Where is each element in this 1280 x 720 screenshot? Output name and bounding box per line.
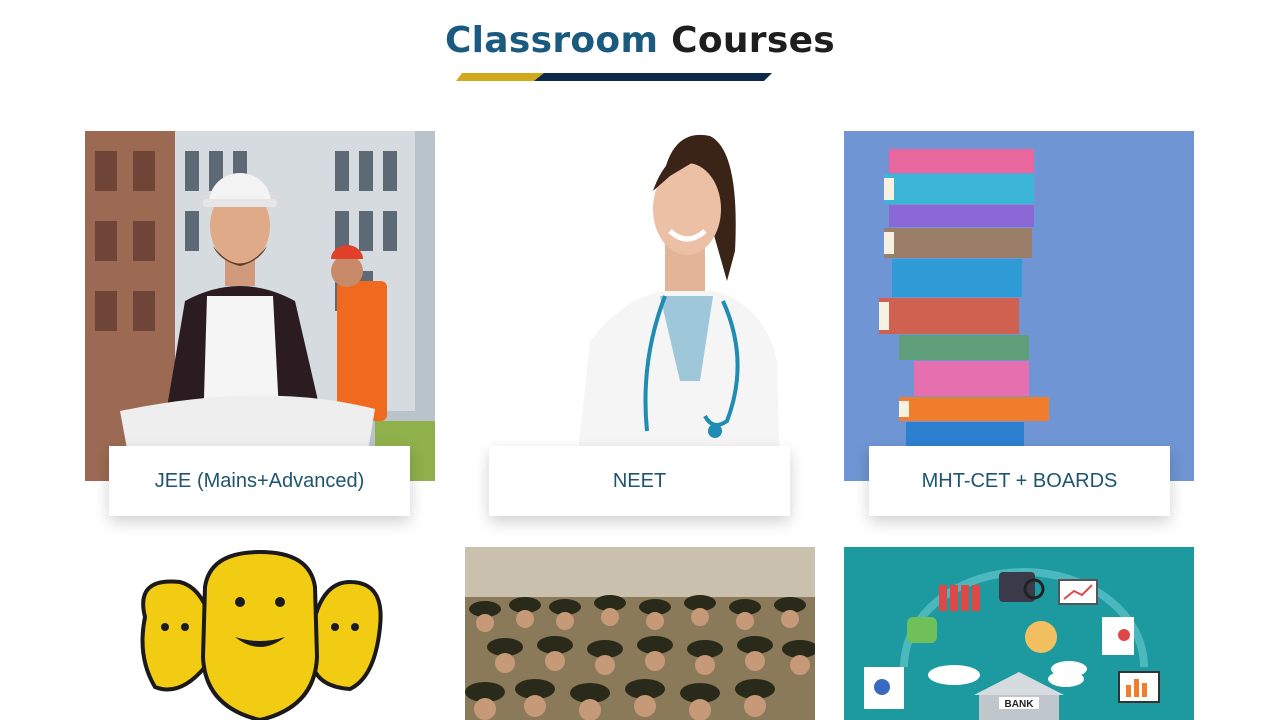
doctor-photo [465, 131, 815, 481]
banking-illustration: BANK [844, 547, 1194, 720]
bank-sign: BANK [1005, 699, 1035, 710]
course-card-jee[interactable] [85, 131, 435, 481]
national-emblem-icon [85, 547, 435, 720]
course-label-neet[interactable]: NEET [489, 446, 790, 516]
course-card-neet[interactable] [465, 131, 815, 481]
title-underline [456, 73, 772, 81]
course-card-banking[interactable]: BANK [844, 547, 1194, 720]
course-card-mhtcet[interactable] [844, 131, 1194, 481]
engineer-photo [85, 131, 435, 481]
section-title-rest: Courses [671, 20, 836, 61]
course-card-civil-services[interactable] [85, 547, 435, 720]
books-stack-photo [844, 131, 1194, 481]
course-card-defence[interactable] [465, 547, 815, 720]
section-title: Classroom Courses [0, 20, 1280, 61]
army-officers-saluting-photo [465, 547, 815, 720]
course-label-mhtcet[interactable]: MHT-CET + BOARDS [869, 446, 1170, 516]
section-title-accent: Classroom [444, 20, 659, 61]
course-label-jee[interactable]: JEE (Mains+Advanced) [109, 446, 410, 516]
